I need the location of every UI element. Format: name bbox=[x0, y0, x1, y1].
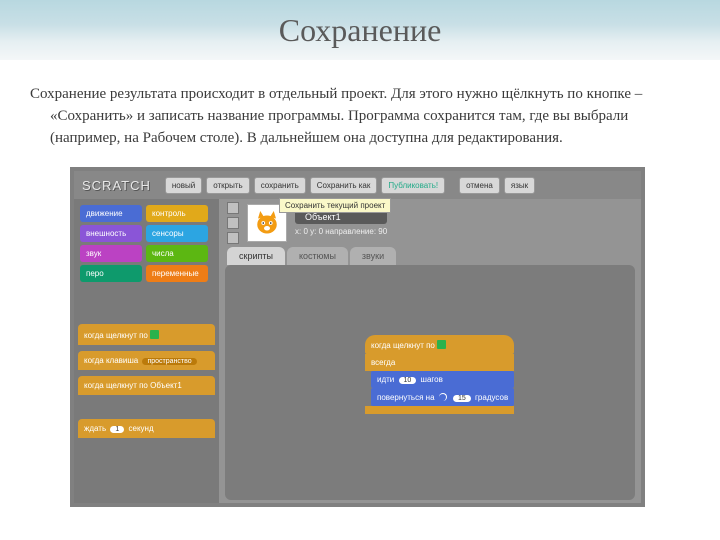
save-button[interactable]: сохранить bbox=[254, 177, 306, 194]
block-label: градусов bbox=[475, 393, 508, 402]
flag-icon bbox=[437, 340, 446, 349]
script-move-block[interactable]: идти 10 шагов bbox=[371, 371, 514, 388]
scratch-screenshot: SCRATCH новый открыть сохранить Сохранит… bbox=[70, 167, 645, 507]
toolbar: SCRATCH новый открыть сохранить Сохранит… bbox=[74, 171, 641, 199]
save-as-button[interactable]: Сохранить как bbox=[310, 177, 378, 194]
category-operators[interactable]: числа bbox=[146, 245, 208, 262]
block-label-unit: секунд bbox=[129, 424, 154, 433]
category-motion[interactable]: движение bbox=[80, 205, 142, 222]
tab-costumes[interactable]: костюмы bbox=[287, 247, 348, 265]
category-looks[interactable]: внешность bbox=[80, 225, 142, 242]
publish-button[interactable]: Публиковать! bbox=[381, 177, 445, 194]
block-label: ждать bbox=[84, 424, 106, 433]
block-when-flag[interactable]: когда щелкнут по bbox=[78, 324, 215, 345]
sprite-coords: x: 0 y: 0 направление: 90 bbox=[295, 227, 387, 236]
script-c-cap[interactable] bbox=[365, 406, 514, 414]
block-when-sprite[interactable]: когда щелкнут по Объект1 bbox=[78, 376, 215, 395]
tool-icon[interactable] bbox=[227, 217, 239, 229]
script-turn-block[interactable]: повернуться на 15 градусов bbox=[371, 388, 514, 406]
turn-arc-icon bbox=[439, 393, 447, 401]
title-band: Сохранение bbox=[0, 0, 720, 60]
category-control[interactable]: контроль bbox=[146, 205, 208, 222]
tab-scripts[interactable]: скрипты bbox=[227, 247, 285, 265]
category-variables[interactable]: переменные bbox=[146, 265, 208, 282]
tool-icon[interactable] bbox=[227, 232, 239, 244]
slide-title: Сохранение bbox=[279, 12, 442, 49]
block-label: когда клавиша bbox=[84, 356, 138, 365]
block-label: повернуться на bbox=[377, 393, 435, 402]
block-wait[interactable]: ждать 1 секунд bbox=[78, 419, 215, 438]
tab-sounds[interactable]: звуки bbox=[350, 247, 396, 265]
flag-icon bbox=[150, 330, 159, 339]
new-button[interactable]: новый bbox=[165, 177, 202, 194]
key-slot: пространство bbox=[142, 358, 196, 365]
script-stack[interactable]: когда щелкнут по всегда идти 10 шагов по… bbox=[365, 335, 514, 414]
main-area: Объект1 x: 0 y: 0 направление: 90 скрипт… bbox=[219, 199, 641, 503]
slide-paragraph: Сохранение результата происходит в отдел… bbox=[20, 60, 720, 159]
move-steps-slot: 10 bbox=[399, 377, 417, 384]
block-palette: движение контроль внешность сенсоры звук… bbox=[74, 199, 219, 503]
block-label: идти bbox=[377, 375, 394, 384]
script-hat-block[interactable]: когда щелкнут по bbox=[365, 335, 514, 354]
block-label: когда щелкнут по bbox=[84, 331, 148, 340]
turn-degrees-slot: 15 bbox=[453, 395, 471, 402]
open-button[interactable]: открыть bbox=[206, 177, 249, 194]
scratch-logo: SCRATCH bbox=[82, 178, 151, 193]
tool-icon[interactable] bbox=[227, 202, 239, 214]
block-label: когда щелкнут по bbox=[371, 341, 435, 350]
cat-icon bbox=[252, 208, 282, 238]
language-button[interactable]: язык bbox=[504, 177, 535, 194]
wait-seconds-slot: 1 bbox=[110, 426, 124, 433]
script-forever-block[interactable]: всегда bbox=[365, 354, 514, 371]
category-sound[interactable]: звук bbox=[80, 245, 142, 262]
cancel-button[interactable]: отмена bbox=[459, 177, 500, 194]
category-sensing[interactable]: сенсоры bbox=[146, 225, 208, 242]
block-label: шагов bbox=[421, 375, 443, 384]
script-area[interactable]: когда щелкнут по всегда идти 10 шагов по… bbox=[225, 265, 635, 500]
block-when-key[interactable]: когда клавиша пространство bbox=[78, 351, 215, 370]
save-tooltip: Сохранить текущий проект bbox=[279, 198, 391, 213]
category-pen[interactable]: перо bbox=[80, 265, 142, 282]
